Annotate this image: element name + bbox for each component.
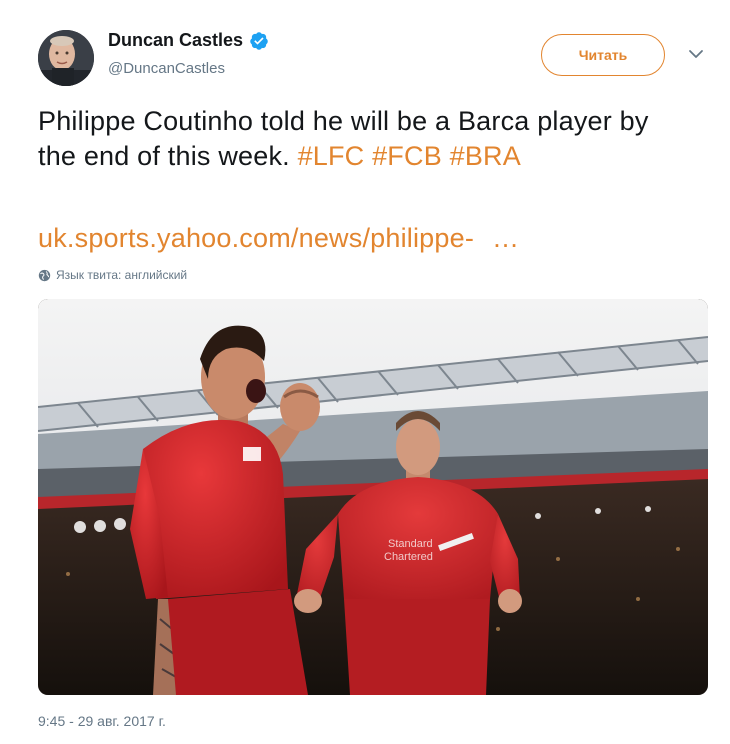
chevron-down-icon[interactable] [688,48,704,60]
verified-badge-icon [250,31,268,50]
avatar[interactable] [38,30,94,86]
language-label: Язык твита: английский [56,268,188,282]
hashtag-fcb[interactable]: #FCB [372,141,442,171]
author-display-name[interactable]: Duncan Castles [108,30,243,51]
tweet-link-text[interactable]: uk.sports.yahoo.com/news/philippe- [38,223,474,253]
author-handle[interactable]: @DuncanCastles [108,60,225,77]
tweet-language-note: Язык твита: английский [38,268,187,282]
globe-icon [38,269,51,281]
tweet-media-photo[interactable]: Standard Chartered [38,299,708,695]
hashtag-bra[interactable]: #BRA [450,141,521,171]
tweet-text: Philippe Coutinho told he will be a Barc… [38,104,688,174]
football-celebration-photo: Standard Chartered [38,299,708,695]
avatar-photo [38,30,94,86]
tweet-link[interactable]: uk.sports.yahoo.com/news/philippe- … [38,221,519,256]
shirt-sponsor-line2: Chartered [384,551,433,563]
follow-button[interactable]: Читать [541,34,665,76]
tweet-link-ellipsis[interactable]: … [492,223,519,253]
tweet-timestamp[interactable]: 9:45 - 29 авг. 2017 г. [38,713,166,729]
author-name-row[interactable]: Duncan Castles [108,30,269,51]
shirt-sponsor-line1: Standard [388,538,433,550]
hashtag-lfc[interactable]: #LFC [298,141,365,171]
